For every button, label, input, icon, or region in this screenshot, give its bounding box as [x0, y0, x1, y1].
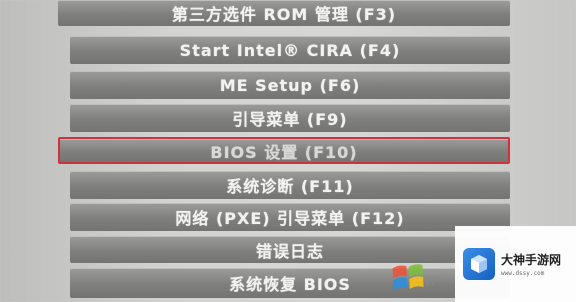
- menu-item-label: Start Intel® CIRA (F4): [179, 40, 401, 60]
- menu-item-label: BIOS 设置 (F10): [210, 142, 358, 162]
- menu-item-system-diagnostics[interactable]: 系统诊断 (F11): [70, 171, 510, 199]
- watermark-brand: 大神手游网: [501, 253, 562, 267]
- menu-item-boot-menu[interactable]: 引导菜单 (F9): [70, 104, 510, 132]
- windows-watermark-text: W: [424, 274, 439, 290]
- menu-item-intel-cira[interactable]: Start Intel® CIRA (F4): [70, 36, 510, 64]
- menu-item-bios-setup[interactable]: BIOS 设置 (F10): [58, 137, 510, 164]
- site-watermark: 大神手游网 www.dssy.com: [455, 226, 576, 302]
- menu-item-label: 系统恢复 BIOS: [229, 275, 351, 294]
- menu-item-error-log[interactable]: 错误日志: [70, 236, 510, 263]
- menu-item-rom-management[interactable]: 第三方选件 ROM 管理 (F3): [58, 0, 510, 26]
- menu-item-label: 第三方选件 ROM 管理 (F3): [171, 5, 397, 24]
- menu-item-me-setup[interactable]: ME Setup (F6): [70, 71, 510, 99]
- menu-item-label: ME Setup (F6): [219, 75, 361, 95]
- menu-item-label: 引导菜单 (F9): [232, 110, 348, 129]
- menu-item-label: 网络 (PXE) 引导菜单 (F12): [175, 209, 405, 228]
- windows-logo-icon: [392, 264, 424, 291]
- menu-item-system-recovery[interactable]: 系统恢复 BIOS: [70, 268, 510, 298]
- menu-item-label: 系统诊断 (F11): [226, 177, 354, 196]
- watermark-url: www.dssy.com: [501, 270, 545, 277]
- menu-item-network-boot[interactable]: 网络 (PXE) 引导菜单 (F12): [70, 203, 510, 231]
- menu-item-label: 错误日志: [255, 241, 324, 261]
- cube-logo-icon: [463, 248, 495, 280]
- watermark-text-block: 大神手游网 www.dssy.com: [501, 251, 561, 277]
